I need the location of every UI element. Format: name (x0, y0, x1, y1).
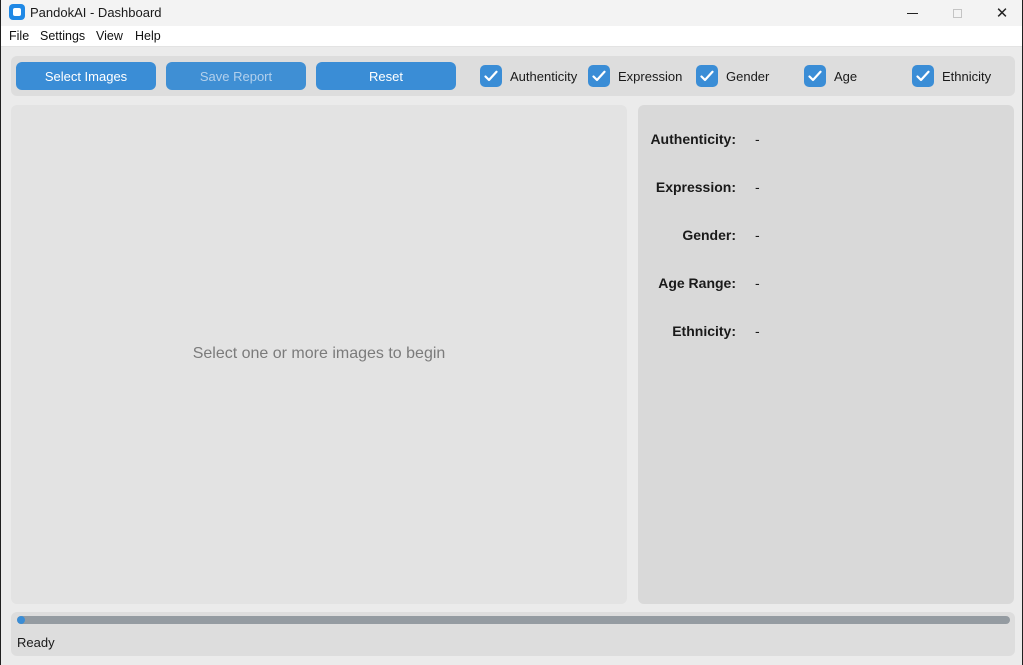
menu-settings[interactable]: Settings (40, 29, 85, 43)
checkbox-gender[interactable]: Gender (696, 64, 769, 88)
checkbox-box[interactable] (696, 65, 718, 87)
checkbox-box[interactable] (912, 65, 934, 87)
checkbox-box[interactable] (480, 65, 502, 87)
progress-bar (17, 616, 1010, 624)
result-value: - (755, 275, 760, 291)
result-label: Gender: (682, 227, 736, 243)
close-icon: ✕ (995, 4, 1009, 22)
result-row-age-range: Age Range: - (638, 275, 1014, 295)
maximize-icon (952, 8, 962, 18)
title-bar[interactable]: PandokAI - Dashboard ✕ (1, 0, 1022, 26)
app-window: PandokAI - Dashboard ✕ File Settings Vie… (1, 0, 1022, 665)
checkbox-box[interactable] (588, 65, 610, 87)
maximize-button[interactable] (934, 0, 980, 26)
menu-file[interactable]: File (9, 29, 29, 43)
checkbox-authenticity[interactable]: Authenticity (480, 64, 577, 88)
menu-view[interactable]: View (96, 29, 123, 43)
result-label: Authenticity: (650, 131, 736, 147)
result-label: Expression: (655, 179, 736, 195)
results-panel: Authenticity: - Expression: - Gender: - … (638, 105, 1014, 604)
checkbox-label: Expression (618, 68, 683, 84)
save-report-button[interactable]: Save Report (166, 62, 306, 90)
checkbox-ethnicity[interactable]: Ethnicity (912, 64, 991, 88)
result-value: - (755, 179, 760, 195)
window-title: PandokAI - Dashboard (30, 5, 162, 20)
reset-button[interactable]: Reset (316, 62, 456, 90)
result-label: Ethnicity: (672, 323, 736, 339)
close-button[interactable]: ✕ (979, 0, 1022, 26)
result-row-ethnicity: Ethnicity: - (638, 323, 1014, 343)
checkbox-label: Ethnicity (942, 68, 992, 84)
checkmark-icon (700, 70, 714, 82)
menu-help[interactable]: Help (135, 29, 161, 43)
checkbox-label: Gender (726, 68, 770, 84)
result-row-expression: Expression: - (638, 179, 1014, 199)
minimize-button[interactable] (889, 0, 935, 26)
checkmark-icon (916, 70, 930, 82)
result-label: Age Range: (658, 275, 736, 291)
toolbar: Select Images Save Report Reset Authenti… (11, 56, 1015, 96)
result-row-gender: Gender: - (638, 227, 1014, 247)
minimize-icon (906, 12, 918, 14)
checkmark-icon (808, 70, 822, 82)
app-icon (9, 4, 25, 20)
checkbox-label: Age (834, 68, 858, 84)
menu-bar: File Settings View Help (1, 26, 1022, 47)
result-value: - (755, 227, 760, 243)
image-placeholder-text: Select one or more images to begin (192, 345, 446, 362)
status-panel: Ready (11, 612, 1015, 656)
result-value: - (755, 131, 760, 147)
status-text: Ready (17, 635, 55, 650)
result-value: - (755, 323, 760, 339)
checkbox-box[interactable] (804, 65, 826, 87)
result-row-authenticity: Authenticity: - (638, 131, 1014, 151)
checkmark-icon (592, 70, 606, 82)
checkmark-icon (484, 70, 498, 82)
image-preview-panel[interactable]: Select one or more images to begin (11, 105, 627, 604)
select-images-button[interactable]: Select Images (16, 62, 156, 90)
checkbox-age[interactable]: Age (804, 64, 857, 88)
checkbox-expression[interactable]: Expression (588, 64, 682, 88)
progress-fill (17, 616, 25, 624)
checkbox-label: Authenticity (510, 68, 578, 84)
